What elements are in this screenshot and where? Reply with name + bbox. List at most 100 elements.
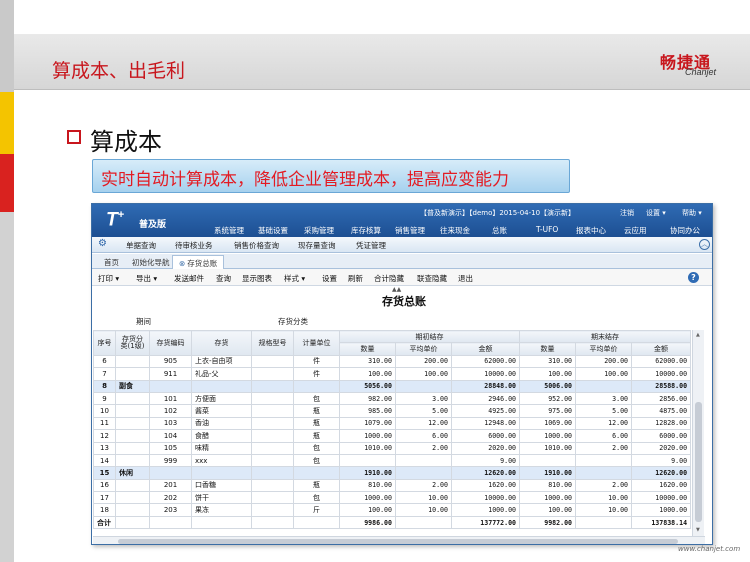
col-unit[interactable]: 计量单位 [293, 330, 340, 356]
table-cell: 104 [149, 429, 192, 443]
col-spec[interactable]: 规格型号 [251, 330, 294, 356]
table-row[interactable]: 10 102 酱菜瓶 985.00 5.00 4925.00 975.00 5.00 4875.… [93, 404, 692, 418]
table-cell [395, 453, 452, 468]
main-nav-item[interactable]: 采购管理 [304, 225, 334, 236]
main-nav-item[interactable]: 销售管理 [395, 225, 425, 236]
table-row[interactable]: 9 101 方便面包 982.00 3.00 2946.00 952.00 3.00 2856.… [93, 391, 692, 406]
col-closing-avg[interactable]: 平均单价 [575, 342, 633, 356]
toolbar-button[interactable]: 样式 ▾ [284, 273, 305, 284]
main-nav-item[interactable]: 总账 [492, 225, 507, 236]
user-menu-item[interactable]: 帮助 ▾ [682, 208, 702, 218]
table-cell [251, 416, 294, 431]
sub-nav-item[interactable]: 单据查询 [126, 240, 156, 251]
collapse-query-icon[interactable]: ▲▲ [392, 286, 401, 293]
table-cell: 10000.00 [450, 367, 521, 381]
toolbar-button[interactable]: 打印 ▾ [98, 273, 119, 284]
table-row[interactable]: 14 999 xxx 包 9.00 9.00 [93, 453, 692, 468]
col-category[interactable]: 存货分类(1级) [115, 330, 150, 356]
col-opening-avg[interactable]: 平均单价 [395, 342, 452, 356]
table-cell: 105 [149, 441, 192, 455]
stripe-gray-bottom [0, 212, 14, 562]
scroll-up-icon[interactable]: ▲ [696, 332, 700, 338]
sub-nav-item[interactable]: 销售价格查询 [234, 240, 279, 251]
table-cell: 102 [149, 404, 192, 418]
col-item[interactable]: 存货 [191, 330, 252, 356]
stripe-yellow [0, 92, 14, 154]
user-menu-item[interactable]: 设置 ▾ [646, 208, 666, 218]
tab-active[interactable]: ⊗ 存货总账 [172, 255, 225, 269]
table-row[interactable]: 12 104 食醋瓶 1000.00 6.00 6000.00 1000.00 6.00 600… [93, 429, 692, 443]
vertical-scrollbar[interactable]: ▲ ▼ [692, 330, 704, 536]
app-window: T+ 普及版 【普及新演示】【demo】2015-04-10【演示新】 注销 设置… [91, 203, 713, 545]
main-nav-item[interactable]: 往来现金 [440, 225, 470, 236]
table-row[interactable]: 13 105 味精包 1010.00 2.00 2020.00 1010.00 2.00 202… [93, 441, 692, 455]
table-cell: xxx [191, 453, 252, 468]
table-cell [251, 478, 294, 493]
gear-icon[interactable]: ⚙ [98, 238, 107, 249]
sub-nav-item[interactable]: 凭证管理 [356, 240, 386, 251]
main-nav-item[interactable]: T-UFO [536, 225, 558, 234]
col-seq[interactable]: 序号 [93, 330, 116, 356]
main-nav-item[interactable]: 协同办公 [670, 225, 700, 236]
total-cell [575, 515, 633, 530]
table-row[interactable]: 16 201 口香糖瓶 810.00 2.00 1620.00 810.00 2.00 1620… [93, 478, 692, 493]
scroll-down-icon[interactable]: ▼ [696, 527, 700, 533]
col-opening-qty[interactable]: 数量 [339, 342, 396, 356]
table-cell: 斤 [293, 503, 340, 517]
tab-item[interactable]: 初始化导航 [126, 255, 176, 269]
sub-nav-item[interactable]: 现存量查询 [298, 240, 336, 251]
toolbar-button[interactable]: 刷新 [348, 273, 363, 284]
table-cell: 1910.00 [339, 466, 396, 480]
table-row[interactable]: 11 103 香油瓶 1079.00 12.00 12948.00 1069.00 12.00… [93, 416, 692, 431]
brand-logo: T+ [106, 209, 125, 231]
table-cell: 1620.00 [450, 478, 521, 493]
table-row[interactable]: 6 905 上衣-自由项件 310.00 200.00 62000.00 310.00 200… [93, 354, 692, 369]
subtotal-row[interactable]: 15 休闲 1910.00 12620.00 1910.00 12620.00 [93, 466, 692, 480]
toolbar-button[interactable]: 退出 [458, 273, 473, 284]
vertical-scroll-thumb[interactable] [695, 402, 702, 522]
user-menu-item[interactable]: 注销 [620, 208, 634, 218]
toolbar-button[interactable]: 联查隐藏 [417, 273, 447, 284]
table-cell: 6000.00 [450, 429, 521, 443]
main-nav-item[interactable]: 系统管理 [214, 225, 244, 236]
tab-item[interactable]: 首页 [98, 255, 125, 269]
table-row[interactable]: 17 202 饼干包 1000.00 10.00 10000.00 1000.00 10.00… [93, 491, 692, 505]
table-cell: 2.00 [575, 441, 633, 455]
toolbar-button[interactable]: 合计隐藏 [374, 273, 404, 284]
table-cell: 905 [149, 354, 192, 369]
horizontal-scroll-thumb[interactable] [118, 539, 678, 544]
col-code[interactable]: 存货编码 [149, 330, 192, 356]
help-icon[interactable]: ? [688, 272, 699, 283]
table-cell: 1069.00 [519, 416, 577, 431]
table-cell: 上衣-自由项 [191, 354, 252, 369]
table-cell: 9.00 [450, 453, 521, 468]
table-row[interactable]: 7 911 礼品-父件 100.00 100.00 10000.00 100.00 100.0… [93, 367, 692, 381]
toolbar-button[interactable]: 发送邮件 [174, 273, 204, 284]
table-cell: 10000.00 [631, 367, 692, 381]
table-cell: 985.00 [339, 404, 396, 418]
main-nav-item[interactable]: 报表中心 [576, 225, 606, 236]
horizontal-scrollbar[interactable] [93, 536, 705, 544]
main-nav-item[interactable]: 云应用 [624, 225, 647, 236]
toolbar-button[interactable]: 查询 [216, 273, 231, 284]
main-nav-item[interactable]: 基础设置 [258, 225, 288, 236]
col-closing-amount[interactable]: 金额 [631, 342, 692, 356]
table-cell: 2020.00 [450, 441, 521, 455]
main-nav-item[interactable]: 库存核算 [351, 225, 381, 236]
subtotal-row[interactable]: 8 副食 5056.00 28848.00 5006.00 28588.00 [93, 379, 692, 393]
table-row[interactable]: 18 203 果冻斤 100.00 10.00 1000.00 100.00 10.00 100… [93, 503, 692, 517]
chanjet-logo-en: Chanjet [685, 67, 717, 77]
table-cell [251, 367, 294, 381]
collapse-up-icon[interactable]: ︿ [699, 239, 710, 250]
toolbar-button[interactable]: 导出 ▾ [136, 273, 157, 284]
close-tab-icon[interactable]: ⊗ [179, 259, 185, 268]
table-cell: 103 [149, 416, 192, 431]
sub-nav-item[interactable]: 待审核业务 [175, 240, 213, 251]
toolbar-button[interactable]: 设置 [322, 273, 337, 284]
col-opening-amount[interactable]: 金额 [450, 342, 521, 356]
tab-label: 首页 [104, 258, 119, 267]
table-cell: 瓶 [293, 429, 340, 443]
col-closing-qty[interactable]: 数量 [519, 342, 577, 356]
toolbar-button[interactable]: 显示图表 [242, 273, 272, 284]
highlight-text: 实时自动计算成本，降低企业管理成本，提高应变能力 [101, 170, 509, 190]
